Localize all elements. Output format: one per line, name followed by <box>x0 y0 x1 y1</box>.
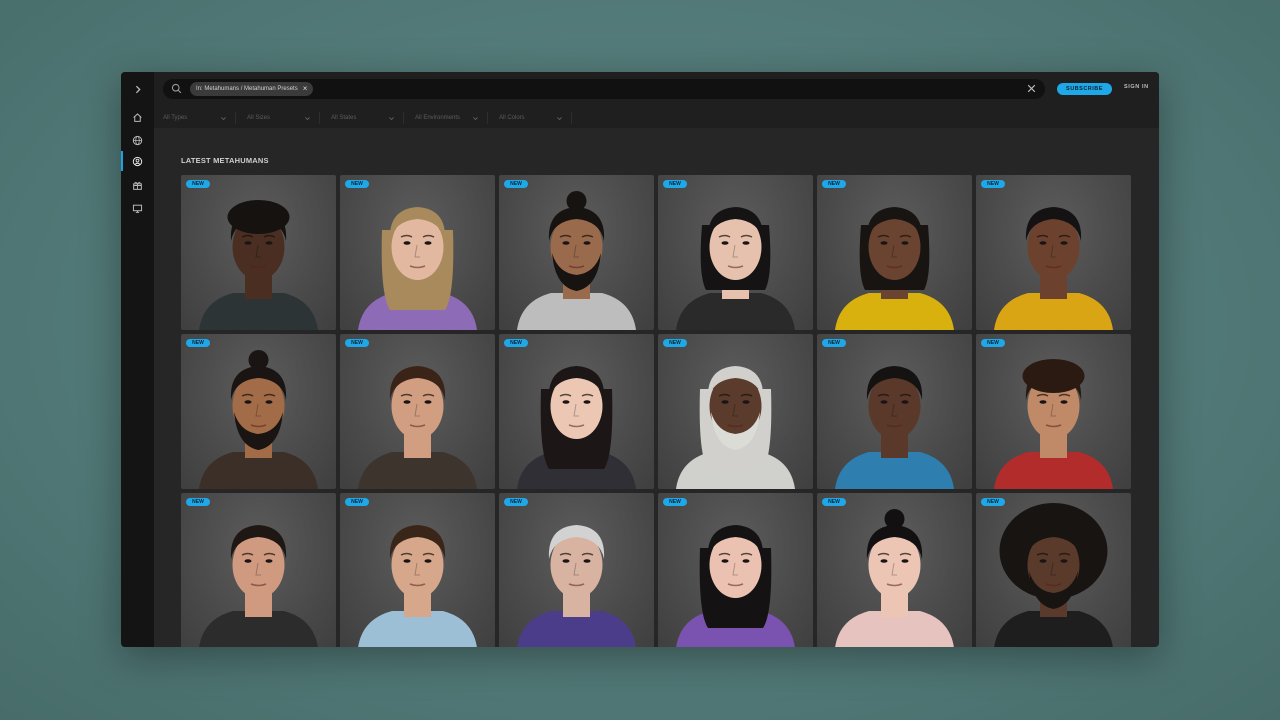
metahuman-card[interactable]: NEW <box>340 334 495 489</box>
monitor-icon <box>132 204 143 213</box>
new-badge: NEW <box>981 498 1005 506</box>
sidebar-item-explore[interactable] <box>121 129 154 151</box>
metahuman-card[interactable]: NEW <box>817 493 972 647</box>
metahuman-grid: NEW NEW NEW NEW NEW NEW NEW NEW NEW NEW NEW NEW NEW N… <box>181 175 1132 647</box>
home-icon <box>133 112 142 122</box>
sidebar-item-free[interactable] <box>121 174 154 196</box>
new-badge: NEW <box>822 339 846 347</box>
metahuman-card[interactable]: NEW <box>181 334 336 489</box>
filter-label: All Environments <box>415 115 461 121</box>
portrait-image <box>199 525 318 647</box>
chevron-down-icon <box>557 117 562 121</box>
portrait-image <box>835 366 954 489</box>
new-badge: NEW <box>186 339 210 347</box>
new-badge: NEW <box>822 498 846 506</box>
search-icon <box>171 83 182 94</box>
filter-colors[interactable]: All Colors <box>499 112 572 124</box>
new-badge: NEW <box>504 498 528 506</box>
metahuman-card[interactable]: NEW <box>340 493 495 647</box>
filter-label: All Colors <box>499 115 525 121</box>
sidebar-item-library[interactable] <box>121 197 154 219</box>
filter-chip-label: In: Metahumans / Metahuman Presets <box>196 86 298 92</box>
new-badge: NEW <box>663 180 687 188</box>
filter-environments[interactable]: All Environments <box>415 112 488 124</box>
metahuman-card[interactable]: NEW <box>658 334 813 489</box>
metahuman-card[interactable]: NEW <box>817 334 972 489</box>
new-badge: NEW <box>345 339 369 347</box>
metahuman-card[interactable]: NEW <box>976 334 1131 489</box>
metahuman-card[interactable]: NEW <box>340 175 495 330</box>
filter-sizes[interactable]: All Sizes <box>247 112 320 124</box>
portrait-image <box>517 191 636 330</box>
chevron-down-icon <box>305 117 310 121</box>
portrait-image <box>994 207 1113 330</box>
filter-label: All Types <box>163 115 188 121</box>
chevron-down-icon <box>389 117 394 121</box>
metahuman-card[interactable]: NEW <box>976 493 1131 647</box>
portrait-image <box>517 525 636 647</box>
portrait-image <box>676 366 795 489</box>
chevron-down-icon <box>221 117 226 121</box>
metahuman-card[interactable]: NEW <box>976 175 1131 330</box>
portrait-image <box>835 509 954 647</box>
portrait-image <box>358 207 477 330</box>
portrait-image <box>199 350 318 489</box>
portrait-image <box>199 200 318 330</box>
filter-states[interactable]: All States <box>331 112 404 124</box>
chevron-right-icon <box>135 85 141 93</box>
new-badge: NEW <box>663 339 687 347</box>
section-title: LATEST METAHUMANS <box>181 156 269 165</box>
portrait-image <box>994 503 1113 647</box>
portrait-image <box>676 207 795 330</box>
new-badge: NEW <box>345 498 369 506</box>
top-bar: In: Metahumans / Metahuman Presets × SUB… <box>154 72 1159 128</box>
new-badge: NEW <box>822 180 846 188</box>
user-circle-icon <box>132 156 143 166</box>
gift-icon <box>133 181 142 190</box>
new-badge: NEW <box>981 339 1005 347</box>
subscribe-button[interactable]: SUBSCRIBE <box>1057 83 1112 95</box>
portrait-image <box>358 366 477 489</box>
sidebar-item-metahumans[interactable] <box>121 150 154 172</box>
new-badge: NEW <box>504 180 528 188</box>
new-badge: NEW <box>186 498 210 506</box>
new-badge: NEW <box>981 180 1005 188</box>
portrait-image <box>358 525 477 647</box>
metahuman-card[interactable]: NEW <box>817 175 972 330</box>
metahuman-card[interactable]: NEW <box>499 334 654 489</box>
metahuman-card[interactable]: NEW <box>181 493 336 647</box>
new-badge: NEW <box>345 180 369 188</box>
sidebar-item-home[interactable] <box>121 106 154 128</box>
clear-search-icon[interactable] <box>1026 83 1037 94</box>
app-window: In: Metahumans / Metahuman Presets × SUB… <box>121 72 1159 647</box>
new-badge: NEW <box>186 180 210 188</box>
portrait-image <box>994 359 1113 489</box>
filter-bar: All Types All Sizes All States All Envir… <box>154 108 1159 126</box>
chevron-down-icon <box>473 117 478 121</box>
globe-icon <box>132 135 143 145</box>
filter-chip[interactable]: In: Metahumans / Metahuman Presets × <box>190 82 314 96</box>
new-badge: NEW <box>663 498 687 506</box>
filter-label: All States <box>331 115 357 121</box>
portrait-image <box>835 207 954 330</box>
new-badge: NEW <box>504 339 528 347</box>
filter-types[interactable]: All Types <box>163 112 236 124</box>
filter-label: All Sizes <box>247 115 271 121</box>
metahuman-card[interactable]: NEW <box>658 175 813 330</box>
metahuman-card[interactable]: NEW <box>499 175 654 330</box>
metahuman-card[interactable]: NEW <box>181 175 336 330</box>
sidebar <box>121 72 154 647</box>
close-icon[interactable]: × <box>303 85 308 93</box>
portrait-image <box>676 525 795 647</box>
metahuman-card[interactable]: NEW <box>658 493 813 647</box>
metahuman-card[interactable]: NEW <box>499 493 654 647</box>
expand-sidebar-button[interactable] <box>121 78 154 100</box>
sign-in-link[interactable]: SIGN IN <box>1124 84 1149 90</box>
portrait-image <box>517 366 636 489</box>
search-bar[interactable]: In: Metahumans / Metahuman Presets × <box>163 79 1045 99</box>
